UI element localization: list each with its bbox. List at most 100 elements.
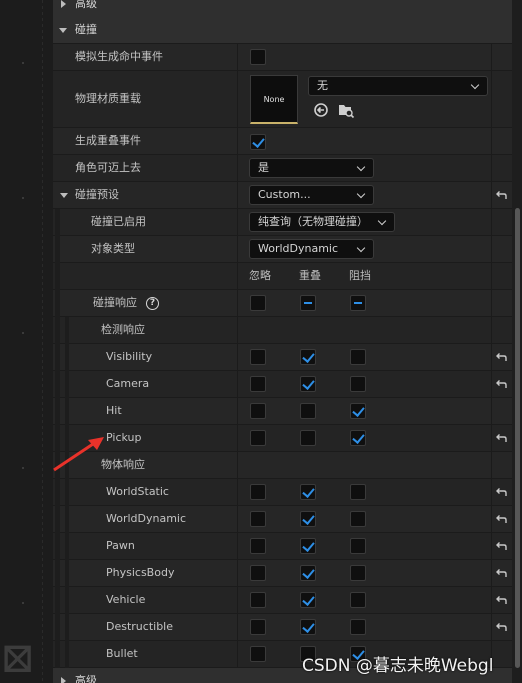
property-row-can-character-step-up: 角色可迈上去 是 (53, 155, 512, 182)
channel-row: Vehicle (53, 587, 512, 614)
object-type-dropdown[interactable]: WorldDynamic (249, 239, 374, 259)
block-checkbox[interactable] (350, 430, 366, 446)
thumbnail-label: None (263, 95, 285, 104)
overlap-checkbox[interactable] (300, 511, 316, 527)
channel-row: Pawn (53, 533, 512, 560)
ignore-checkbox[interactable] (250, 619, 266, 635)
overlap-checkbox[interactable] (300, 349, 316, 365)
reset-to-default-icon[interactable] (494, 190, 508, 200)
expand-arrow-icon (61, 0, 66, 8)
reset-to-default-icon[interactable] (494, 487, 508, 497)
reset-to-default-icon[interactable] (494, 379, 508, 389)
csdn-watermark: CSDN @暮志未晚Webgl (302, 656, 494, 676)
collapse-arrow-icon (59, 28, 67, 33)
phys-material-thumbnail[interactable]: None (250, 75, 298, 124)
property-label: 碰撞预设 (75, 188, 119, 201)
category-label: 高级 (75, 0, 97, 10)
column-header-block: 阻挡 (349, 269, 371, 282)
all-block-checkbox[interactable] (350, 295, 366, 311)
scrollbar-thumb[interactable] (515, 208, 520, 668)
browse-folder-icon[interactable] (337, 101, 355, 119)
background-glyph: ⊠ (0, 633, 36, 682)
block-checkbox[interactable] (350, 538, 366, 554)
ignore-checkbox[interactable] (250, 511, 266, 527)
overlap-checkbox[interactable] (300, 484, 316, 500)
ignore-checkbox[interactable] (250, 349, 266, 365)
channel-row: Pickup (53, 425, 512, 452)
collapse-arrow-icon[interactable] (60, 193, 68, 198)
block-checkbox[interactable] (350, 511, 366, 527)
channel-label: Pawn (106, 539, 135, 552)
property-label: 对象类型 (91, 242, 135, 255)
category-collision[interactable]: 碰撞 (53, 17, 512, 44)
reset-to-default-icon[interactable] (494, 595, 508, 605)
property-label: 角色可迈上去 (75, 161, 141, 174)
gutter-dashed-line (42, 0, 43, 683)
all-ignore-checkbox[interactable] (250, 295, 266, 311)
category-advanced-top[interactable]: 高级 (53, 0, 512, 18)
reset-to-default-icon[interactable] (494, 568, 508, 578)
generate-overlap-events-checkbox[interactable] (250, 134, 266, 150)
ignore-checkbox[interactable] (250, 592, 266, 608)
chevron-down-icon (356, 162, 366, 172)
channel-label: PhysicsBody (106, 566, 175, 579)
channel-row: Destructible (53, 614, 512, 641)
ignore-checkbox[interactable] (250, 484, 266, 500)
dropdown-value: 纯查询（无物理碰撞） (258, 215, 368, 228)
annotation-arrow-icon (53, 437, 104, 472)
reset-to-default-icon[interactable] (494, 514, 508, 524)
ignore-checkbox[interactable] (250, 646, 266, 662)
response-header-row: 忽略 重叠 阻挡 (53, 263, 512, 290)
category-label: 碰撞 (75, 23, 97, 36)
overlap-checkbox[interactable] (300, 376, 316, 392)
phys-material-dropdown[interactable]: 无 (308, 76, 488, 96)
help-icon[interactable]: ? (146, 297, 159, 310)
group-label: 检测响应 (101, 323, 145, 336)
channel-label: Hit (106, 404, 122, 417)
reset-to-default-icon[interactable] (494, 352, 508, 362)
property-label: 生成重叠事件 (75, 134, 141, 147)
dropdown-value: WorldDynamic (258, 242, 339, 255)
details-scrollbar[interactable] (512, 0, 522, 683)
ignore-checkbox[interactable] (250, 403, 266, 419)
property-row-object-type: 对象类型 WorldDynamic (53, 236, 512, 263)
reset-to-default-icon[interactable] (494, 541, 508, 551)
overlap-checkbox[interactable] (300, 619, 316, 635)
ignore-checkbox[interactable] (250, 430, 266, 446)
block-checkbox[interactable] (350, 403, 366, 419)
block-checkbox[interactable] (350, 592, 366, 608)
property-label: 碰撞响应 (93, 296, 137, 309)
ignore-checkbox[interactable] (250, 538, 266, 554)
use-selected-icon[interactable] (313, 102, 329, 118)
block-checkbox[interactable] (350, 484, 366, 500)
expand-arrow-icon (61, 677, 66, 683)
overlap-checkbox[interactable] (300, 403, 316, 419)
grid-dot (22, 62, 24, 64)
block-checkbox[interactable] (350, 619, 366, 635)
channel-row: Visibility (53, 344, 512, 371)
category-label: 高级 (75, 674, 97, 683)
simulation-hit-events-checkbox[interactable] (250, 49, 266, 65)
column-header-ignore: 忽略 (249, 269, 271, 282)
channel-label: Destructible (106, 620, 173, 633)
channel-label: Pickup (106, 431, 142, 444)
ignore-checkbox[interactable] (250, 376, 266, 392)
block-checkbox[interactable] (350, 349, 366, 365)
collision-enabled-dropdown[interactable]: 纯查询（无物理碰撞） (249, 212, 395, 232)
overlap-checkbox[interactable] (300, 538, 316, 554)
block-checkbox[interactable] (350, 376, 366, 392)
overlap-checkbox[interactable] (300, 592, 316, 608)
collision-presets-dropdown[interactable]: Custom... (249, 185, 374, 205)
grid-dot (22, 197, 24, 199)
ignore-checkbox[interactable] (250, 565, 266, 581)
all-overlap-checkbox[interactable] (300, 295, 316, 311)
reset-to-default-icon[interactable] (494, 622, 508, 632)
channel-row: Camera (53, 371, 512, 398)
reset-to-default-icon[interactable] (494, 433, 508, 443)
can-step-up-dropdown[interactable]: 是 (249, 158, 374, 178)
chevron-down-icon (356, 189, 366, 199)
block-checkbox[interactable] (350, 565, 366, 581)
grid-dot (22, 467, 24, 469)
overlap-checkbox[interactable] (300, 565, 316, 581)
overlap-checkbox[interactable] (300, 430, 316, 446)
